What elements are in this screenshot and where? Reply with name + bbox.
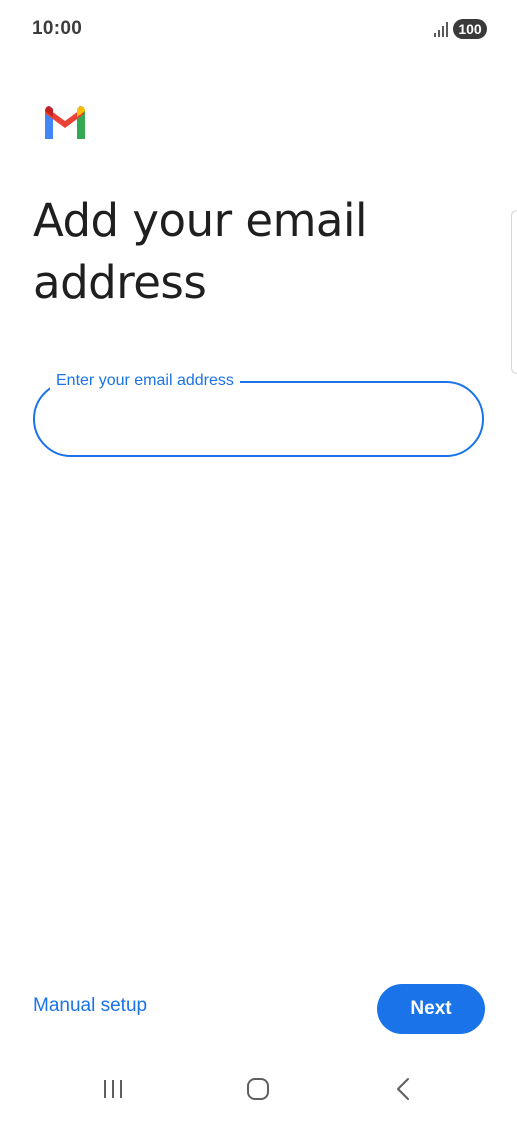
battery-badge: 100 [453,19,487,39]
signal-bars-icon [434,22,448,37]
email-field-label: Enter your email address [50,369,240,393]
gmail-logo-icon [44,106,86,139]
edge-panel-handle[interactable] [511,210,517,374]
home-icon[interactable] [246,1077,270,1101]
manual-setup-button[interactable]: Manual setup [33,995,147,1017]
status-time: 10:00 [32,18,83,39]
email-input[interactable] [57,403,461,437]
add-email-screen: 10:00 100 Add your email address Enter y… [0,0,517,1122]
status-bar: 10:00 100 [0,0,517,58]
recents-icon[interactable] [101,1078,125,1100]
next-button[interactable]: Next [377,984,485,1034]
navigation-bar [0,1058,517,1122]
page-title: Add your email address [33,194,368,309]
back-icon[interactable] [392,1076,414,1102]
email-field[interactable]: Enter your email address [33,369,484,457]
